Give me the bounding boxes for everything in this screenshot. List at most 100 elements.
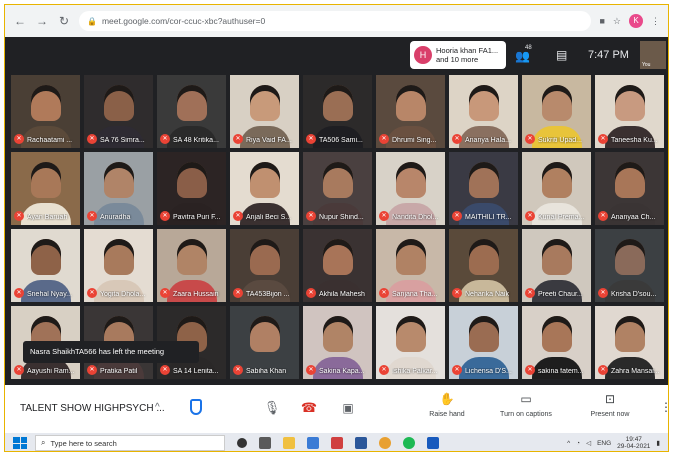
participant-tile[interactable]: ✕ Anuradha (84, 152, 153, 225)
participant-name: TA506 Sami... (319, 137, 363, 144)
muted-mic-icon: ✕ (14, 134, 24, 144)
muted-mic-icon: ✕ (598, 134, 608, 144)
cortana-icon[interactable] (237, 438, 247, 448)
raise-hand-button[interactable]: ✋ Raise hand (425, 391, 469, 418)
file-explorer-icon[interactable] (283, 437, 295, 449)
url-text: meet.google.com/cor-ccuc-xbc?authuser=0 (101, 16, 266, 26)
outlook-icon[interactable] (427, 437, 439, 449)
store-icon[interactable] (307, 437, 319, 449)
muted-mic-icon: ✕ (598, 288, 608, 298)
participant-tile[interactable]: ✕ Pavitra Puri F... (157, 152, 226, 225)
participant-name: Sukriti Upad... (538, 137, 582, 144)
participant-tile[interactable]: ✕ Snehal Nyay... (11, 229, 80, 302)
muted-mic-icon: ✕ (598, 365, 608, 375)
muted-mic-icon: ✕ (379, 365, 389, 375)
participant-tile[interactable]: ✕ Nupur Shind... (303, 152, 372, 225)
microphone-button[interactable]: 🎙 (261, 397, 283, 419)
muted-mic-icon: ✕ (233, 288, 243, 298)
participant-tile[interactable]: ✕ Nandita Dhol... (376, 152, 445, 225)
tray-chevron-icon[interactable]: ^ (567, 440, 570, 447)
participant-tile[interactable]: ✕ Sabiha Khan (230, 306, 299, 379)
participant-tile[interactable]: ✕ Akhila Mahesh (303, 229, 372, 302)
more-options-icon[interactable]: ⋮ (660, 400, 668, 414)
participant-tile[interactable]: ✕ Rachaatami ... (11, 75, 80, 148)
participant-tile[interactable]: ✕ Lichensa D'S... (449, 306, 518, 379)
address-bar[interactable]: 🔒 meet.google.com/cor-ccuc-xbc?authuser=… (79, 11, 592, 31)
volume-icon[interactable]: ◁ (586, 439, 591, 447)
participant-tile[interactable]: ✕ Ananyaa Ch... (595, 152, 664, 225)
search-icon: ⌕ (41, 438, 46, 447)
back-arrow-icon[interactable]: ← (13, 14, 27, 28)
participant-name: Sanjana Tha... (392, 291, 438, 298)
participant-tile[interactable]: ✕ SA 48 Kritika... (157, 75, 226, 148)
muted-mic-icon: ✕ (14, 365, 24, 375)
reload-icon[interactable]: ↻ (57, 14, 71, 28)
chrome-icon[interactable] (379, 437, 391, 449)
host-controls-shield-icon[interactable] (190, 399, 202, 415)
participant-tile[interactable]: ✕ TA506 Sami... (303, 75, 372, 148)
muted-mic-icon: ✕ (87, 365, 97, 375)
participant-video (322, 85, 353, 121)
participant-tile[interactable]: ✕ Sanjana Tha... (376, 229, 445, 302)
captions-label: Turn on captions (500, 411, 552, 418)
participant-tile[interactable]: ✕ Ayan Baruah (11, 152, 80, 225)
participant-name: sakina fatem... (538, 368, 584, 375)
participant-video (176, 239, 207, 275)
notifications-icon[interactable]: ▮ (656, 439, 660, 447)
present-now-label: Present now (590, 411, 630, 418)
participant-name: Yogita Dhola... (100, 291, 146, 298)
participant-tile[interactable]: ✕ Ananya Hala... (449, 75, 518, 148)
participant-name: Rachaatami ... (27, 137, 73, 144)
participant-tile[interactable]: ✕ Preeti Chaur... (522, 229, 591, 302)
participant-tile[interactable]: ✕ Sukriti Upad... (522, 75, 591, 148)
present-now-button[interactable]: ⊡ Present now (583, 391, 637, 418)
forward-arrow-icon[interactable]: → (35, 14, 49, 28)
participant-tile[interactable]: ✕ SA 76 Simra... (84, 75, 153, 148)
task-view-icon[interactable] (259, 437, 271, 449)
muted-mic-icon: ✕ (379, 288, 389, 298)
people-icon[interactable]: 👥 (515, 49, 530, 63)
camera-button[interactable]: ▣ (337, 397, 359, 419)
participant-tile[interactable]: ✕ Kunal Prema... (522, 152, 591, 225)
participant-tile[interactable]: ✕ Anjali Beci S... (230, 152, 299, 225)
self-view-tile[interactable]: You (640, 41, 666, 69)
participant-tile[interactable]: ✕ Yogita Dhola... (84, 229, 153, 302)
participant-tile[interactable]: ✕ Taneesha Ku... (595, 75, 664, 148)
profile-avatar[interactable]: K (629, 14, 643, 28)
participant-name: Zaara Hussain (173, 291, 219, 298)
muted-mic-icon: ✕ (306, 211, 316, 221)
participant-tile[interactable]: ✕ Zahra Mansai... (595, 306, 664, 379)
participant-tile[interactable]: ✕ MAITHILI TR... (449, 152, 518, 225)
participant-tile[interactable]: ✕ Riya Vaid FA... (230, 75, 299, 148)
participant-name: Dhrumi Sing... (392, 137, 437, 144)
taskbar-search-input[interactable]: ⌕ Type here to search (35, 435, 225, 451)
language-indicator[interactable]: ENG (597, 440, 611, 447)
spotify-icon[interactable] (403, 437, 415, 449)
participant-tile[interactable]: ✕ Dhrumi Sing... (376, 75, 445, 148)
captions-button[interactable]: ▭ Turn on captions (493, 391, 559, 418)
participant-tile[interactable]: ✕ Sakina Kapa... (303, 306, 372, 379)
meeting-title[interactable]: TALENT SHOW HIGHPSYCH ... (20, 403, 165, 414)
participant-tile[interactable]: ✕ Zaara Hussain (157, 229, 226, 302)
participant-tile[interactable]: ✕ sakina fatem... (522, 306, 591, 379)
participant-tile[interactable]: ✕ Krisha D'sou... (595, 229, 664, 302)
taskbar-clock[interactable]: 19:47 29-04-2021 (617, 436, 650, 450)
participant-name: SA 14 Lenita... (173, 368, 219, 375)
participant-tile[interactable]: ✕ Neharika Naik (449, 229, 518, 302)
bookmark-star-icon[interactable]: ☆ (613, 16, 621, 27)
browser-menu-icon[interactable]: ⋮ (651, 16, 660, 27)
windows-start-icon[interactable] (13, 437, 27, 449)
wifi-icon[interactable]: ◔ (576, 440, 580, 447)
participant-tile[interactable]: ✕ Ishika Palkar... (376, 306, 445, 379)
chat-icon[interactable]: ▤ (556, 48, 567, 62)
muted-mic-icon: ✕ (452, 365, 462, 375)
participant-tile[interactable]: ✕ TA453Bijon ... (230, 229, 299, 302)
participant-join-notification[interactable]: H Hooria khan FA1... and 10 more (410, 41, 506, 69)
camera-indicator-icon[interactable]: ■ (599, 16, 604, 26)
chevron-up-icon[interactable]: ^ (155, 402, 160, 413)
participant-video (249, 316, 280, 352)
end-call-button[interactable]: ☎ (298, 397, 320, 419)
word-icon[interactable] (355, 437, 367, 449)
muted-mic-icon: ✕ (525, 365, 535, 375)
app-icon[interactable] (331, 437, 343, 449)
